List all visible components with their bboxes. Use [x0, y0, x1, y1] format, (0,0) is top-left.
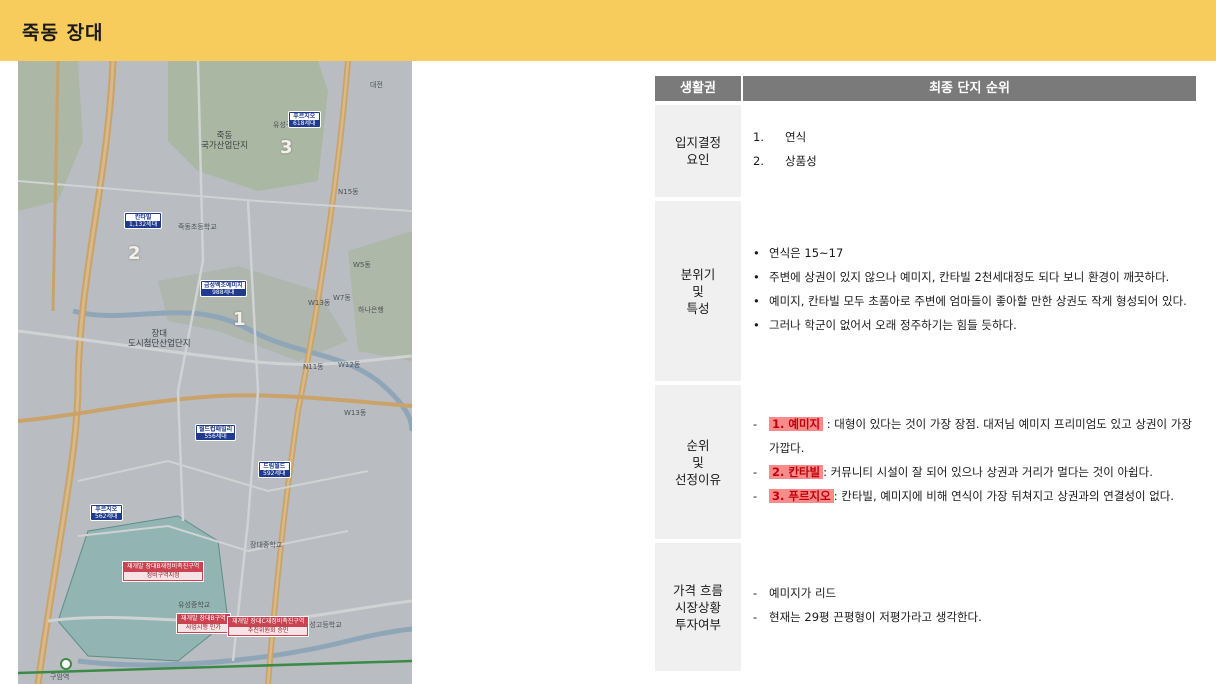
- table-row-character: 분위기 및 특성 • 연식은 15~17 • 주변에 상권이 있지 않으나 예미지,…: [655, 197, 1196, 381]
- map-redbox-jangdae-b: 재개발 장대B구역 사업시행 인가: [176, 613, 231, 634]
- list-item: -3. 푸르지오: 칸타빌, 예미지에 비해 연식이 가장 뒤쳐지고 상권과의 …: [753, 489, 1175, 503]
- header-living-area: 생활권: [655, 76, 741, 101]
- map-label-jukdong: 죽동 국가산업단지: [201, 131, 248, 151]
- map-label-daejeon: 대전: [370, 81, 383, 89]
- rank-tag-1: 1. 예미지: [769, 417, 824, 431]
- list-item: • 예미지, 칸타빌 모두 초품아로 주변에 엄마들이 좋아할 만한 상권도 작게…: [753, 294, 1187, 308]
- list-item: • 주변에 상권이 있지 않으나 예미지, 칸타빌 2천세대정도 되다 보니 환경…: [753, 270, 1170, 284]
- list-item: • 연식은 15~17: [753, 246, 844, 260]
- map-rank-3: 3: [280, 137, 293, 158]
- map-pin-dreamworld[interactable]: 드림월드 592세대: [258, 461, 291, 478]
- list-item: 1. 연식: [753, 130, 807, 144]
- map-pin-worldcup[interactable]: 월드컵패밀리 556세대: [195, 424, 237, 441]
- table-header: 생활권 최종 단지 순위: [655, 76, 1196, 101]
- map-label-w13b: W13동: [344, 409, 367, 417]
- map-label-w5: W5동: [353, 261, 371, 269]
- map-label-station: 구암역: [50, 673, 70, 681]
- map-label-jangdae: 장대 도시첨단산업단지: [128, 329, 191, 349]
- map-label-school3: 유성중학교: [178, 601, 211, 609]
- page-header: 죽동 장대: [0, 0, 1216, 61]
- row-body-factors: 1. 연식 2. 상품성: [741, 101, 1196, 197]
- map-label-school1: 죽동초등학교: [178, 223, 217, 231]
- table-row-price: 가격 흐름 시장상황 투자여부 - 예미지가 리드 - 현재는 29평 끈평형이 저…: [655, 539, 1196, 671]
- map-rank-2: 2: [128, 243, 141, 264]
- ranking-table: 생활권 최종 단지 순위 입지결정 요인 1. 연식 2. 상품성 분위기 및 특성…: [655, 76, 1196, 671]
- map-redbox-jangdae-c: 재개발 장대C재정비촉진구역 추진위원회 승인: [227, 616, 310, 637]
- map-pin-yemiji[interactable]: 금성백조예미지 988세대: [200, 280, 247, 297]
- map-rank-1: 1: [233, 309, 246, 330]
- table-row-factors: 입지결정 요인 1. 연식 2. 상품성: [655, 101, 1196, 197]
- map-label-w13: W13동: [308, 299, 331, 307]
- map-pin-prugio-north[interactable]: 푸르지오 618세대: [288, 111, 321, 128]
- list-item: 2. 상품성: [753, 154, 817, 168]
- map-redbox-jangdae-b-zone: 재개발 장대B재정비촉진구역 정비구역지정: [122, 561, 205, 582]
- map-label-school2: 장대중학교: [250, 541, 283, 549]
- map-label-w12: W12동: [338, 361, 361, 369]
- area-map: 죽동 국가산업단지 장대 도시첨단산업단지 N15동 W5동 W7동 W13동 …: [18, 61, 412, 684]
- row-label-ranking: 순위 및 선정이유: [655, 381, 741, 539]
- list-item: - 예미지가 리드: [753, 586, 837, 600]
- map-label-w7: W7동: [333, 294, 351, 302]
- map-label-bank: 하나은행: [358, 306, 384, 314]
- rank-tag-3: 3. 푸르지오: [769, 489, 834, 503]
- list-item: -2. 칸타빌: 커뮤니티 시설이 잘 되어 있으나 상권과 거리가 멀다는 것…: [753, 465, 1153, 479]
- page-title: 죽동 장대: [22, 22, 104, 44]
- list-item: • 그러나 학군이 없어서 오래 정주하기는 힘들 듯하다.: [753, 318, 1017, 332]
- table-row-ranking: 순위 및 선정이유 -1. 예미지 : 대형이 있다는 것이 가장 장점. 대저…: [655, 381, 1196, 539]
- row-body-character: • 연식은 15~17 • 주변에 상권이 있지 않으나 예미지, 칸타빌 2천세대…: [741, 197, 1196, 381]
- row-label-character: 분위기 및 특성: [655, 197, 741, 381]
- map-pin-kantavil[interactable]: 칸타빌 1,132세대: [124, 212, 163, 229]
- row-label-factors: 입지결정 요인: [655, 101, 741, 197]
- map-label-n15: N15동: [338, 188, 359, 196]
- rank-tag-2: 2. 칸타빌: [769, 465, 824, 479]
- row-body-price: - 예미지가 리드 - 현재는 29평 끈평형이 저평가라고 생각한다.: [741, 539, 1196, 671]
- list-item: -1. 예미지 : 대형이 있다는 것이 가장 장점. 대저님 예미지 프리미엄…: [753, 417, 1192, 455]
- list-item: - 현재는 29평 끈평형이 저평가라고 생각한다.: [753, 610, 982, 624]
- map-label-n11: N11동: [303, 363, 324, 371]
- header-final-ranking: 최종 단지 순위: [743, 76, 1196, 101]
- row-body-ranking: -1. 예미지 : 대형이 있다는 것이 가장 장점. 대저님 예미지 프리미엄…: [741, 381, 1196, 539]
- row-label-price: 가격 흐름 시장상황 투자여부: [655, 539, 741, 671]
- map-pin-prugio-south[interactable]: 푸르지오 562세대: [90, 504, 123, 521]
- map-graphic: [18, 61, 412, 684]
